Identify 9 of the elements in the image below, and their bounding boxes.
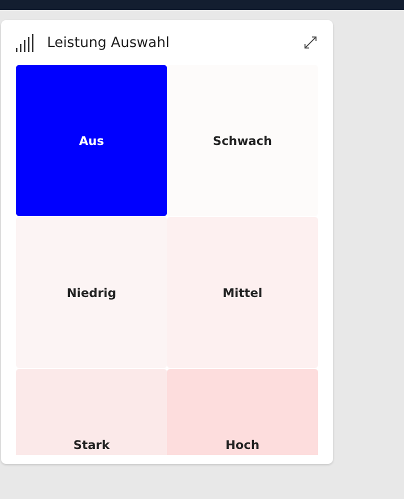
option-tile[interactable]: Aus [16, 65, 167, 216]
option-tile[interactable]: Schwach [167, 65, 318, 216]
option-tile[interactable]: Mittel [167, 217, 318, 368]
option-tile[interactable]: Stark [16, 369, 167, 455]
option-tile[interactable]: Niedrig [16, 217, 167, 368]
expand-icon[interactable] [304, 36, 317, 49]
card-title: Leistung Auswahl [47, 34, 170, 50]
option-tile[interactable]: Hoch [167, 369, 318, 455]
signal-bars-icon [16, 34, 36, 52]
